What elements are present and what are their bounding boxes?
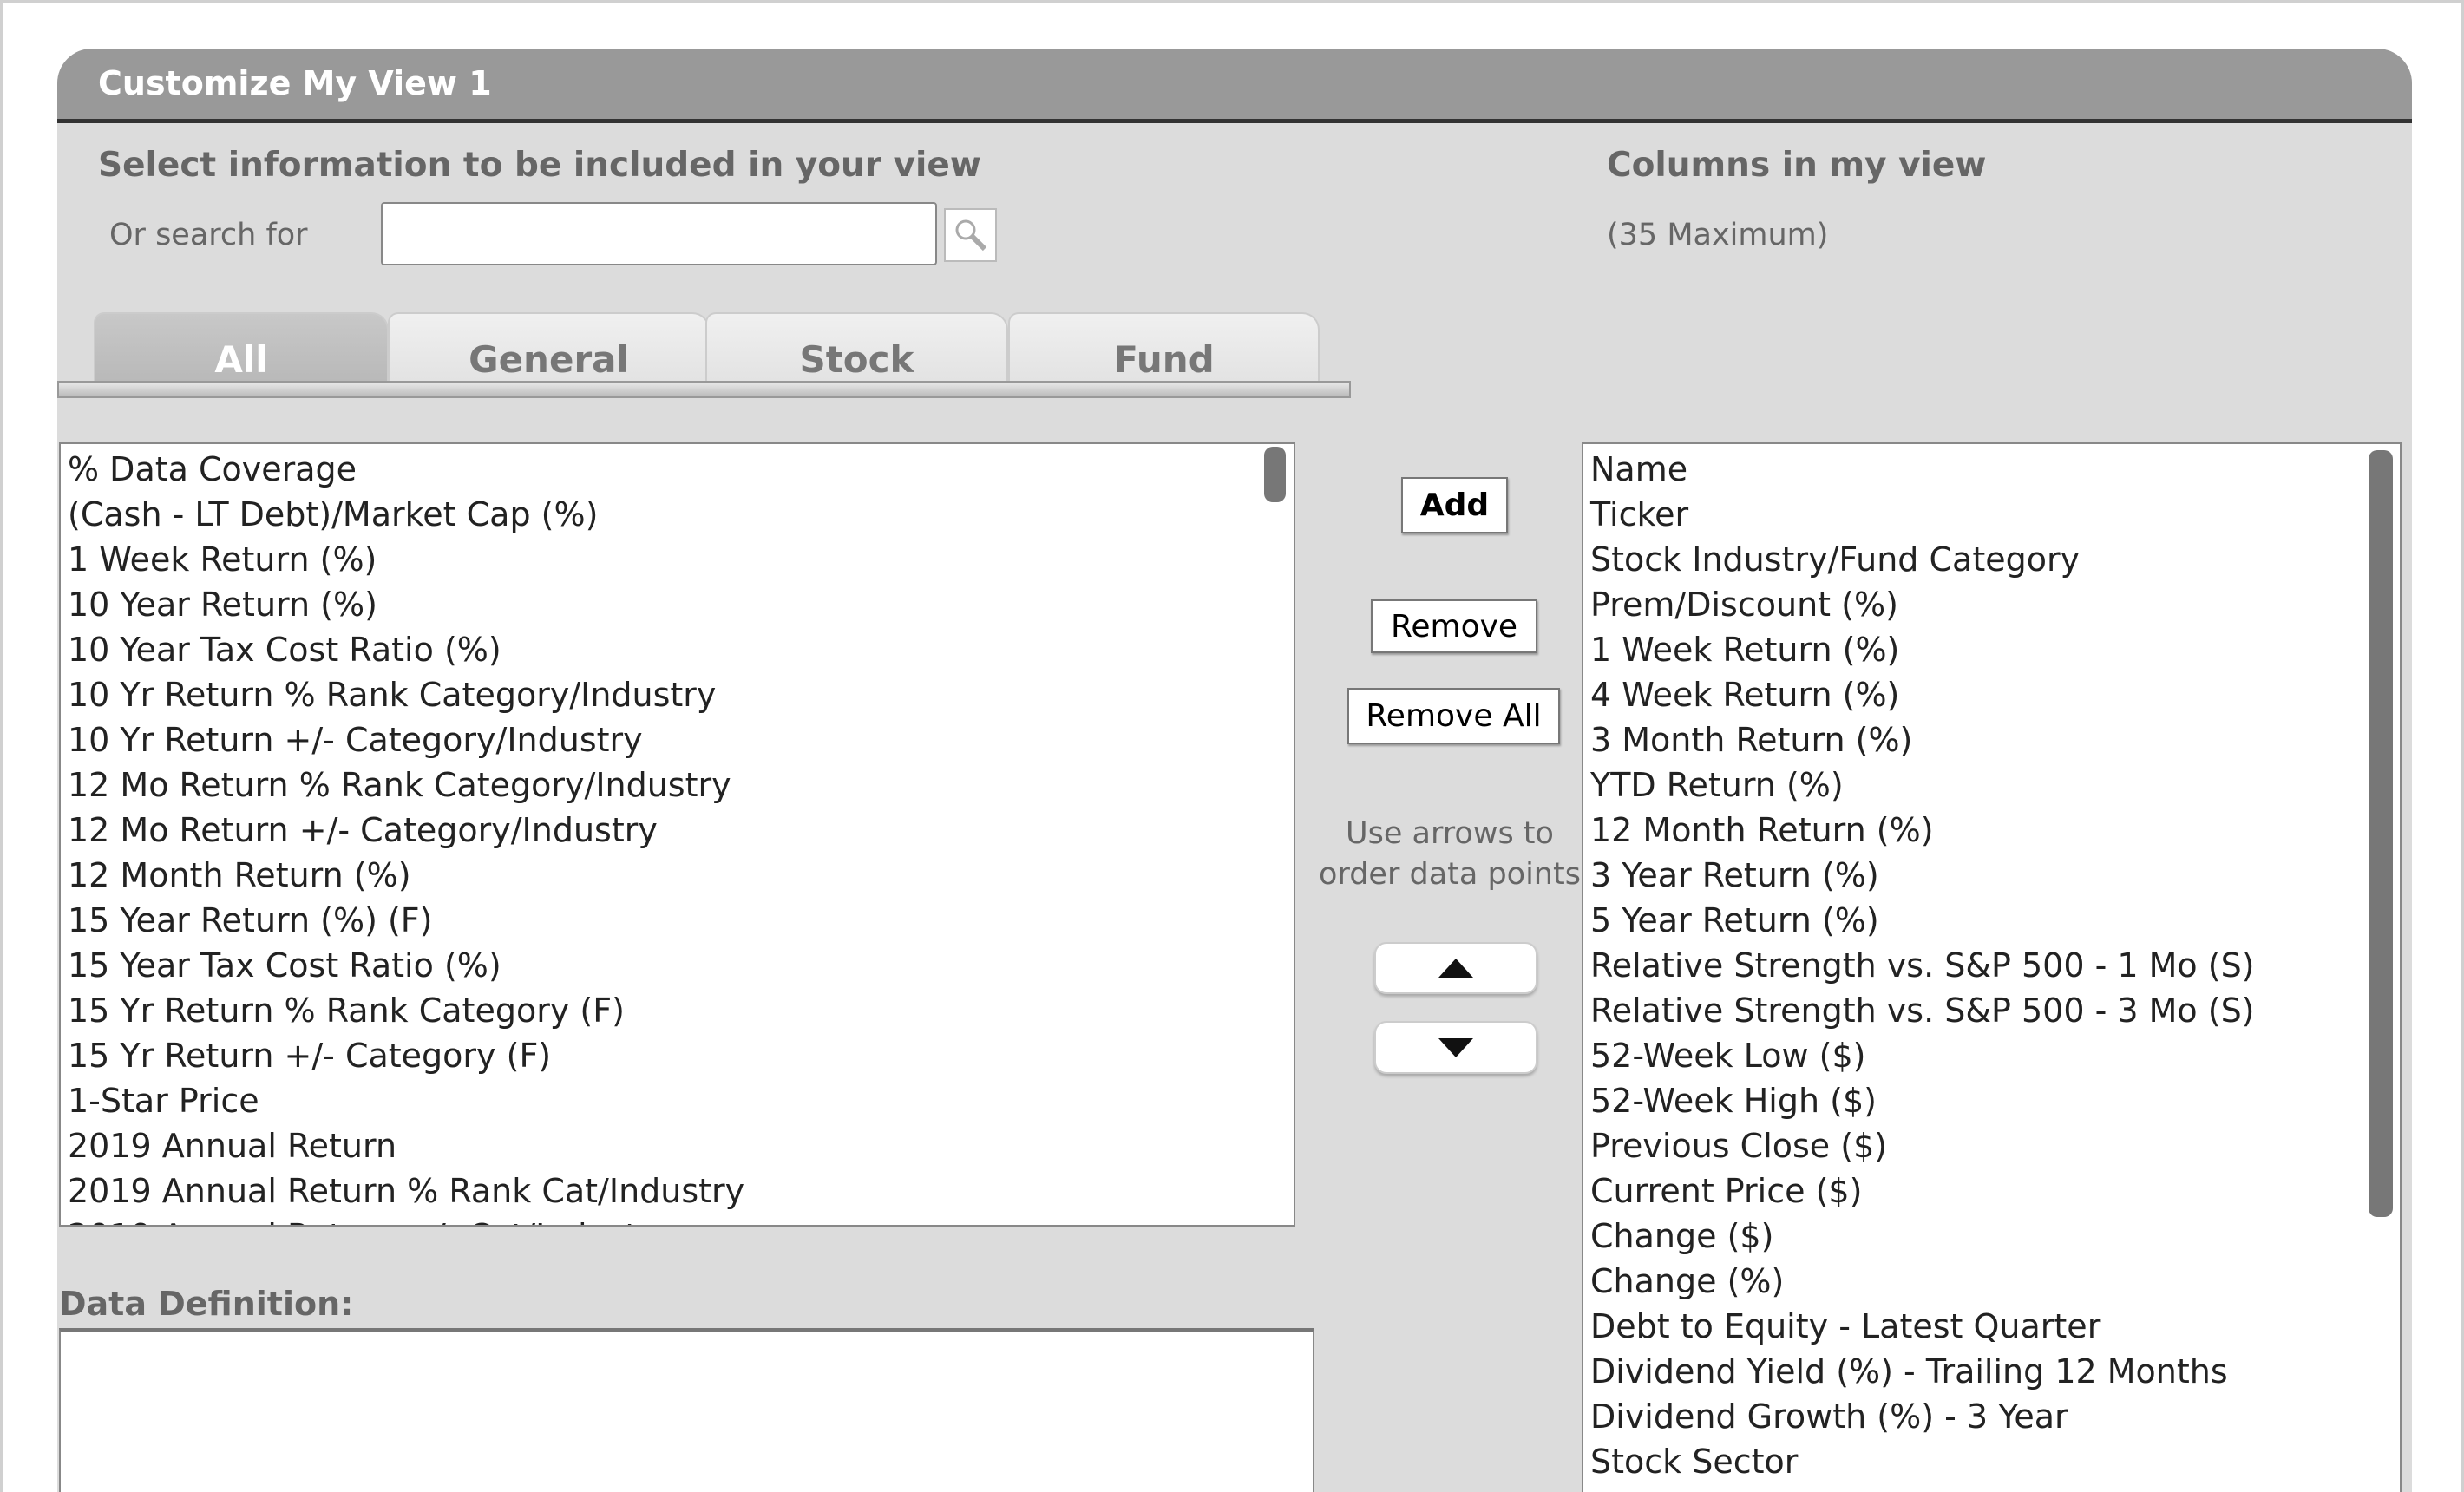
list-item[interactable]: Current Price ($) [1583, 1168, 2400, 1214]
list-item[interactable]: (Cash - LT Debt)/Market Cap (%) [61, 492, 1294, 537]
tab-fund[interactable]: Fund [1008, 312, 1320, 385]
list-item[interactable]: Previous Close ($) [1583, 1123, 2400, 1168]
tab-general[interactable]: General [388, 312, 710, 385]
dialog-header: Customize My View 1 [57, 49, 2412, 123]
list-item[interactable]: 12 Mo Return % Rank Category/Industry [61, 762, 1294, 808]
tab-stock[interactable]: Stock [705, 312, 1008, 385]
list-item[interactable]: Relative Strength vs. S&P 500 - 1 Mo (S) [1583, 943, 2400, 988]
list-item[interactable]: 15 Yr Return +/- Category (F) [61, 1033, 1294, 1078]
list-item[interactable]: 52-Week High ($) [1583, 1078, 2400, 1123]
list-item[interactable]: 12 Month Return (%) [61, 853, 1294, 898]
list-item[interactable]: 10 Yr Return +/- Category/Industry [61, 717, 1294, 762]
list-item[interactable]: Dividend Growth (%) - 3 Year [1583, 1394, 2400, 1439]
list-item[interactable]: 15 Year Tax Cost Ratio (%) [61, 943, 1294, 988]
list-item[interactable]: Prem/Discount (%) [1583, 582, 2400, 627]
list-item[interactable]: 12 Mo Return +/- Category/Industry [61, 808, 1294, 853]
list-item[interactable]: Debt to Equity - Latest Quarter [1583, 1304, 2400, 1349]
list-item[interactable]: 10 Yr Return % Rank Category/Industry [61, 672, 1294, 717]
data-definition-box [59, 1328, 1314, 1492]
search-button[interactable] [944, 208, 997, 262]
list-item[interactable]: Ticker [1583, 492, 2400, 537]
list-item[interactable]: Change ($) [1583, 1214, 2400, 1259]
list-item[interactable]: Name [1583, 447, 2400, 492]
list-item[interactable]: Relative Strength vs. S&P 500 - 3 Mo (S) [1583, 988, 2400, 1033]
select-info-heading: Select information to be included in you… [98, 146, 981, 185]
list-item[interactable]: Dividend Yield (%) - Trailing 12 Months [1583, 1349, 2400, 1394]
list-item[interactable]: 5 Year Return (%) [1583, 898, 2400, 943]
list-item[interactable]: YTD Return (%) [1583, 762, 2400, 808]
list-item[interactable]: 15 Yr Return % Rank Category (F) [61, 988, 1294, 1033]
list-item[interactable]: 4 Week Return (%) [1583, 672, 2400, 717]
list-item[interactable]: 1-Star Price [61, 1078, 1294, 1123]
move-down-button[interactable] [1374, 1021, 1537, 1074]
list-item[interactable]: 1 Week Return (%) [61, 537, 1294, 582]
available-data-list[interactable]: % Data Coverage (Cash - LT Debt)/Market C… [59, 442, 1295, 1227]
left-list-scrollbar[interactable] [1264, 447, 1286, 502]
search-label: Or search for [109, 218, 308, 252]
list-item[interactable]: 12 Month Return (%) [1583, 808, 2400, 853]
list-item[interactable]: 15 Year Return (%) (F) [61, 898, 1294, 943]
add-button[interactable]: Add [1401, 477, 1508, 533]
magnifier-icon [955, 219, 986, 252]
search-input[interactable] [381, 202, 937, 265]
list-item[interactable]: 3 Month Return (%) [1583, 717, 2400, 762]
list-item[interactable]: 10 Year Tax Cost Ratio (%) [61, 627, 1294, 672]
list-item[interactable]: Stock Industry/Fund Category [1583, 537, 2400, 582]
list-item[interactable]: 3 Year Return (%) [1583, 853, 2400, 898]
list-item[interactable]: % Data Coverage [61, 447, 1294, 492]
dialog-title: Customize My View 1 [98, 64, 492, 102]
selected-columns-list[interactable]: Name Ticker Stock Industry/Fund Category Pr… [1582, 442, 2402, 1492]
tab-bar-divider [57, 381, 1351, 398]
remove-all-button[interactable]: Remove All [1347, 688, 1560, 744]
move-up-button[interactable] [1374, 942, 1537, 994]
list-item[interactable]: 2019 Annual Return +/- Cat/Industry [61, 1214, 1294, 1225]
list-item[interactable]: 52-Week Low ($) [1583, 1033, 2400, 1078]
arrow-down-icon [1438, 1037, 1473, 1057]
remove-button[interactable]: Remove [1371, 599, 1537, 653]
tab-all[interactable]: All [94, 312, 389, 385]
list-item[interactable]: 2019 Annual Return [61, 1123, 1294, 1168]
list-item[interactable]: Stock Sector [1583, 1439, 2400, 1484]
arrow-up-icon [1438, 959, 1473, 978]
list-item[interactable]: 1 Week Return (%) [1583, 627, 2400, 672]
list-item[interactable]: 10 Year Return (%) [61, 582, 1294, 627]
order-hint: Use arrows to order data points [1319, 816, 1581, 892]
columns-heading: Columns in my view [1607, 146, 1987, 185]
data-definition-label: Data Definition: [59, 1285, 354, 1323]
list-item[interactable]: Free Cash Flow/Market Cap (%) [1583, 1484, 2400, 1492]
customize-view-dialog: Customize My View 1 Select information t… [57, 49, 2412, 1492]
list-item[interactable]: 2019 Annual Return % Rank Cat/Industry [61, 1168, 1294, 1214]
columns-max-note: (35 Maximum) [1607, 218, 1829, 252]
right-list-scrollbar[interactable] [2369, 450, 2393, 1217]
list-item[interactable]: Change (%) [1583, 1259, 2400, 1304]
